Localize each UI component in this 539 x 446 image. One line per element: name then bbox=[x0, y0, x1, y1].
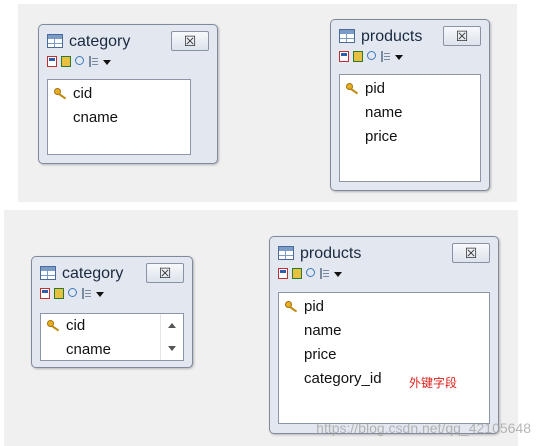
field-row-pk[interactable]: pid bbox=[279, 297, 489, 317]
field-name: pid bbox=[304, 298, 325, 315]
field-name: cname bbox=[73, 109, 119, 126]
field-row-foreign-key[interactable]: category_id bbox=[279, 369, 489, 389]
scroll-up-icon[interactable] bbox=[168, 323, 176, 328]
list-icon[interactable] bbox=[320, 268, 330, 279]
dropdown-arrow-icon[interactable] bbox=[395, 55, 403, 60]
relation-icon[interactable] bbox=[367, 51, 376, 60]
field-list[interactable]: pid name price category_id 外键字段 bbox=[278, 292, 490, 424]
products-table-window[interactable]: products ☒ pid name price category_id 外键… bbox=[269, 236, 499, 434]
field-name: cname bbox=[66, 341, 112, 358]
table-title: products bbox=[361, 28, 423, 45]
list-icon[interactable] bbox=[82, 288, 92, 299]
foreign-key-annotation: 外键字段 bbox=[409, 376, 458, 390]
scroll-down-icon[interactable] bbox=[168, 346, 176, 351]
save-icon[interactable] bbox=[61, 56, 71, 67]
close-button[interactable]: ☒ bbox=[146, 263, 184, 283]
relation-icon[interactable] bbox=[306, 268, 315, 277]
field-row[interactable]: name bbox=[340, 103, 480, 123]
table-title: products bbox=[300, 245, 362, 262]
field-row[interactable]: cname bbox=[48, 108, 190, 128]
field-list[interactable]: cid cname bbox=[40, 313, 184, 361]
table-icon bbox=[339, 29, 355, 43]
field-row[interactable]: name bbox=[279, 321, 489, 341]
window-header[interactable]: products ☒ bbox=[339, 26, 481, 48]
save-icon[interactable] bbox=[353, 51, 363, 62]
design-table-icon[interactable] bbox=[40, 288, 50, 299]
field-row[interactable]: price bbox=[340, 127, 480, 147]
field-name: name bbox=[365, 104, 403, 121]
field-name: price bbox=[365, 128, 398, 145]
close-button[interactable]: ☒ bbox=[443, 26, 481, 46]
top-diagram-panel: category ☒ cid cname products ☒ pid name… bbox=[18, 4, 517, 202]
table-icon bbox=[278, 246, 294, 260]
field-name: cid bbox=[73, 85, 93, 102]
field-name: pid bbox=[365, 80, 386, 97]
list-icon[interactable] bbox=[89, 56, 99, 67]
field-row[interactable]: price bbox=[279, 345, 489, 365]
field-name: cid bbox=[66, 317, 86, 334]
table-title: category bbox=[62, 265, 124, 282]
field-row-pk[interactable]: cid bbox=[48, 84, 190, 104]
design-table-icon[interactable] bbox=[339, 51, 349, 62]
category-table-window[interactable]: category ☒ cid cname bbox=[31, 256, 193, 368]
table-icon bbox=[47, 34, 63, 48]
window-header[interactable]: category ☒ bbox=[47, 31, 209, 53]
field-list-scrollbar[interactable] bbox=[160, 314, 183, 360]
primary-key-icon bbox=[285, 301, 299, 313]
field-name: name bbox=[304, 322, 342, 339]
category-table-window[interactable]: category ☒ cid cname bbox=[38, 24, 218, 164]
dropdown-arrow-icon[interactable] bbox=[334, 272, 342, 277]
table-icon bbox=[40, 266, 56, 280]
relation-icon[interactable] bbox=[75, 56, 84, 65]
dropdown-arrow-icon[interactable] bbox=[103, 60, 111, 65]
save-icon[interactable] bbox=[292, 268, 302, 279]
close-button[interactable]: ☒ bbox=[171, 31, 209, 51]
primary-key-icon bbox=[47, 320, 61, 332]
list-icon[interactable] bbox=[381, 51, 391, 62]
dropdown-arrow-icon[interactable] bbox=[96, 292, 104, 297]
primary-key-icon bbox=[54, 88, 68, 100]
save-icon[interactable] bbox=[54, 288, 64, 299]
close-button[interactable]: ☒ bbox=[452, 243, 490, 263]
field-row-pk[interactable]: cid bbox=[41, 316, 161, 336]
bottom-diagram-panel: category ☒ cid cname products ☒ pid name… bbox=[4, 210, 518, 446]
field-row-pk[interactable]: pid bbox=[340, 79, 480, 99]
field-name: category_id bbox=[304, 370, 382, 387]
window-header[interactable]: category ☒ bbox=[40, 263, 184, 285]
relation-icon[interactable] bbox=[68, 288, 77, 297]
field-name: price bbox=[304, 346, 337, 363]
watermark: https://blog.csdn.net/qq_42105648 bbox=[316, 420, 531, 436]
design-table-icon[interactable] bbox=[47, 56, 57, 67]
window-header[interactable]: products ☒ bbox=[278, 243, 490, 265]
field-row[interactable]: cname bbox=[41, 340, 161, 360]
products-table-window[interactable]: products ☒ pid name price bbox=[330, 19, 490, 191]
primary-key-icon bbox=[346, 83, 360, 95]
field-list[interactable]: cid cname bbox=[47, 79, 191, 155]
table-title: category bbox=[69, 33, 131, 50]
design-table-icon[interactable] bbox=[278, 268, 288, 279]
field-list[interactable]: pid name price bbox=[339, 74, 481, 182]
